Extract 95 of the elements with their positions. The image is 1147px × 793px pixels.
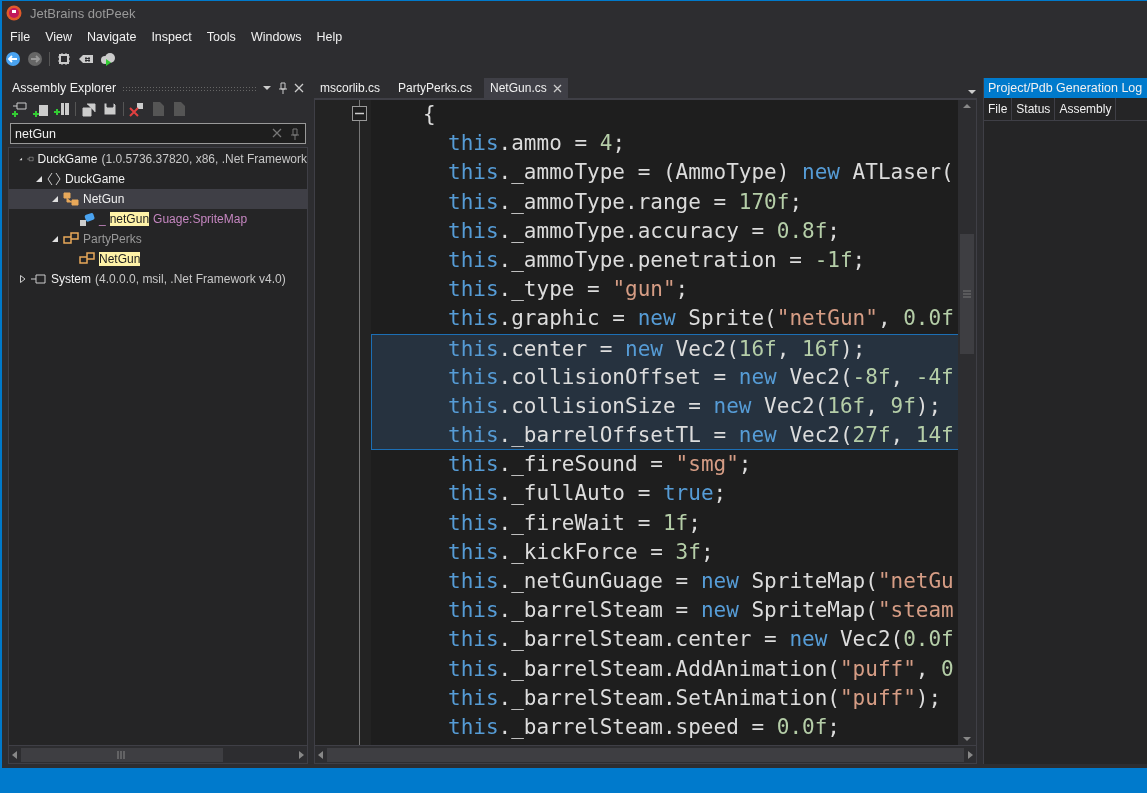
search-match-text: netGun	[109, 212, 150, 226]
remove-icon[interactable]	[129, 101, 145, 117]
scroll-right-icon[interactable]	[966, 749, 974, 760]
menu-item[interactable]: Tools	[206, 29, 236, 44]
grip-icon	[117, 750, 127, 759]
code-line: this.graphic = new Sprite("netGun", 0.0f	[448, 306, 954, 331]
grip-icon	[963, 290, 971, 298]
app-logo-icon	[6, 5, 22, 21]
code-line: this._barrelSteam.AddAnimation("puff", 0	[448, 656, 954, 681]
columns-add-icon[interactable]	[54, 101, 70, 117]
code-line: this._netGunGuage = new SpriteMap("netGu	[448, 569, 954, 593]
code-line: this._ammoType.penetration = -1f;	[448, 247, 866, 272]
expanded-arrow-icon[interactable]	[51, 235, 59, 243]
tree-item-label: (4.0.0.0, msil, .Net Framework v4.0)	[95, 272, 286, 286]
scroll-right-icon[interactable]	[297, 749, 305, 760]
code-line: this.collisionSize = new Vec2(16f, 9f);	[448, 393, 942, 418]
expanded-arrow-icon[interactable]	[35, 175, 43, 183]
pin-icon[interactable]	[290, 128, 300, 140]
code-line: this._fullAuto = true;	[448, 481, 727, 506]
tree-item-label: (1.0.5736.37820, x86, .Net Framework	[101, 152, 307, 166]
menu-item[interactable]: File	[10, 29, 31, 44]
menu-item[interactable]: Inspect	[151, 29, 192, 44]
expanded-arrow-icon[interactable]	[51, 195, 59, 203]
code-line: {	[423, 102, 436, 126]
menu-item[interactable]: Windows	[250, 29, 302, 44]
tree-item-label: DuckGame	[65, 172, 126, 186]
close-icon[interactable]	[552, 83, 562, 93]
vertical-scrollbar[interactable]	[958, 100, 976, 745]
panel-title: Assembly Explorer	[12, 81, 117, 95]
tree-item[interactable]: DuckGame	[9, 169, 307, 189]
scroll-up-icon[interactable]	[962, 102, 972, 110]
tree-item-label: Guage:SpriteMap	[153, 212, 248, 226]
menu-item[interactable]: Navigate	[87, 29, 137, 44]
code-line: this._kickForce = 3f;	[448, 539, 714, 564]
lock-field-icon	[79, 211, 95, 227]
code-line: this._barrelSteam.SetAnimation("puff");	[448, 685, 942, 710]
code-line: this._barrelSteam.center = new Vec2(0.0f	[448, 627, 954, 652]
expanded-arrow-icon[interactable]	[19, 155, 23, 163]
type-icon	[79, 251, 95, 267]
editor-tab[interactable]: PartyPerks.cs	[392, 78, 479, 98]
pin-icon[interactable]	[278, 82, 288, 94]
plug-add-icon[interactable]	[12, 101, 28, 117]
search-match-text: NetGun	[99, 252, 141, 266]
code-line: this.collisionOffset = new Vec2(-8f, -4f	[448, 364, 954, 389]
scroll-down-icon[interactable]	[962, 735, 972, 743]
search-field[interactable]: netGun	[10, 123, 306, 144]
code-line: this.ammo = 4;	[448, 131, 626, 156]
tree-item[interactable]: _ netGun Guage:SpriteMap	[9, 209, 307, 229]
tree-item-label: PartyPerks	[83, 232, 142, 246]
class-icon	[63, 191, 79, 207]
code-line: this._barrelSteam = new SpriteMap("steam	[448, 598, 954, 623]
code-line: this._ammoType.range = 170f;	[448, 189, 803, 214]
plug-icon	[26, 154, 34, 164]
window-title: JetBrains dotPeek	[30, 5, 136, 21]
code-line: this.center = new Vec2(16f, 16f);	[448, 336, 866, 361]
stacked-files-icon[interactable]	[81, 101, 97, 117]
braces-icon	[47, 172, 61, 186]
tree-item[interactable]: NetGun	[9, 249, 307, 269]
collapsed-arrow-icon[interactable]	[19, 275, 27, 283]
type-icon	[63, 231, 79, 247]
tree-item[interactable]: NetGun	[9, 189, 307, 209]
menu-item[interactable]: View	[45, 29, 73, 44]
code-line: this._barrelOffsetTL = new Vec2(27f, 14f	[448, 423, 954, 448]
tree-item-label: NetGun	[83, 192, 125, 206]
code-line: this._type = "gun";	[448, 277, 689, 302]
horizontal-scrollbar[interactable]	[315, 745, 976, 763]
plug-icon	[31, 274, 47, 284]
tree-item-label: _	[99, 212, 106, 226]
column-header[interactable]: Status	[1012, 98, 1056, 120]
code-line: this._barrelSteam.speed = 0.0f;	[448, 714, 840, 739]
code-line: this._fireWait = 1f;	[448, 510, 701, 535]
code-line: this._fireSound = "smg";	[448, 452, 752, 477]
editor-tab[interactable]: NetGun.cs	[484, 78, 568, 98]
editor-tab[interactable]: mscorlib.cs	[314, 78, 386, 98]
tree-item-label: System	[51, 272, 91, 286]
menu-item[interactable]: Help	[316, 29, 343, 44]
tree-item[interactable]: DuckGame (1.0.5736.37820, x86, .Net Framework	[9, 149, 307, 169]
panel-title: Project/Pdb Generation Log	[988, 81, 1143, 95]
tree-item[interactable]: System (4.0.0.0, msil, .Net Framework v4.0)	[9, 269, 307, 289]
save-icon[interactable]	[102, 101, 118, 117]
scroll-left-icon[interactable]	[11, 749, 19, 760]
code-line: this._ammoType = (AmmoType) new ATLaser(	[448, 160, 954, 185]
close-icon[interactable]	[294, 83, 304, 93]
tree-item-label: DuckGame	[37, 152, 98, 166]
column-header[interactable]: File	[984, 98, 1013, 120]
horizontal-scrollbar[interactable]	[9, 745, 307, 763]
dropdown-icon[interactable]	[262, 83, 272, 93]
fold-toggle-icon[interactable]	[352, 106, 367, 121]
code-line: this._ammoType.accuracy = 0.8f;	[448, 218, 840, 243]
chip-icon[interactable]	[56, 51, 72, 67]
cloud-play-icon[interactable]	[100, 51, 116, 67]
scroll-left-icon[interactable]	[317, 749, 325, 760]
tree-item[interactable]: PartyPerks	[9, 229, 307, 249]
clear-icon[interactable]	[272, 128, 282, 138]
column-header[interactable]: Assembly	[1055, 98, 1117, 120]
